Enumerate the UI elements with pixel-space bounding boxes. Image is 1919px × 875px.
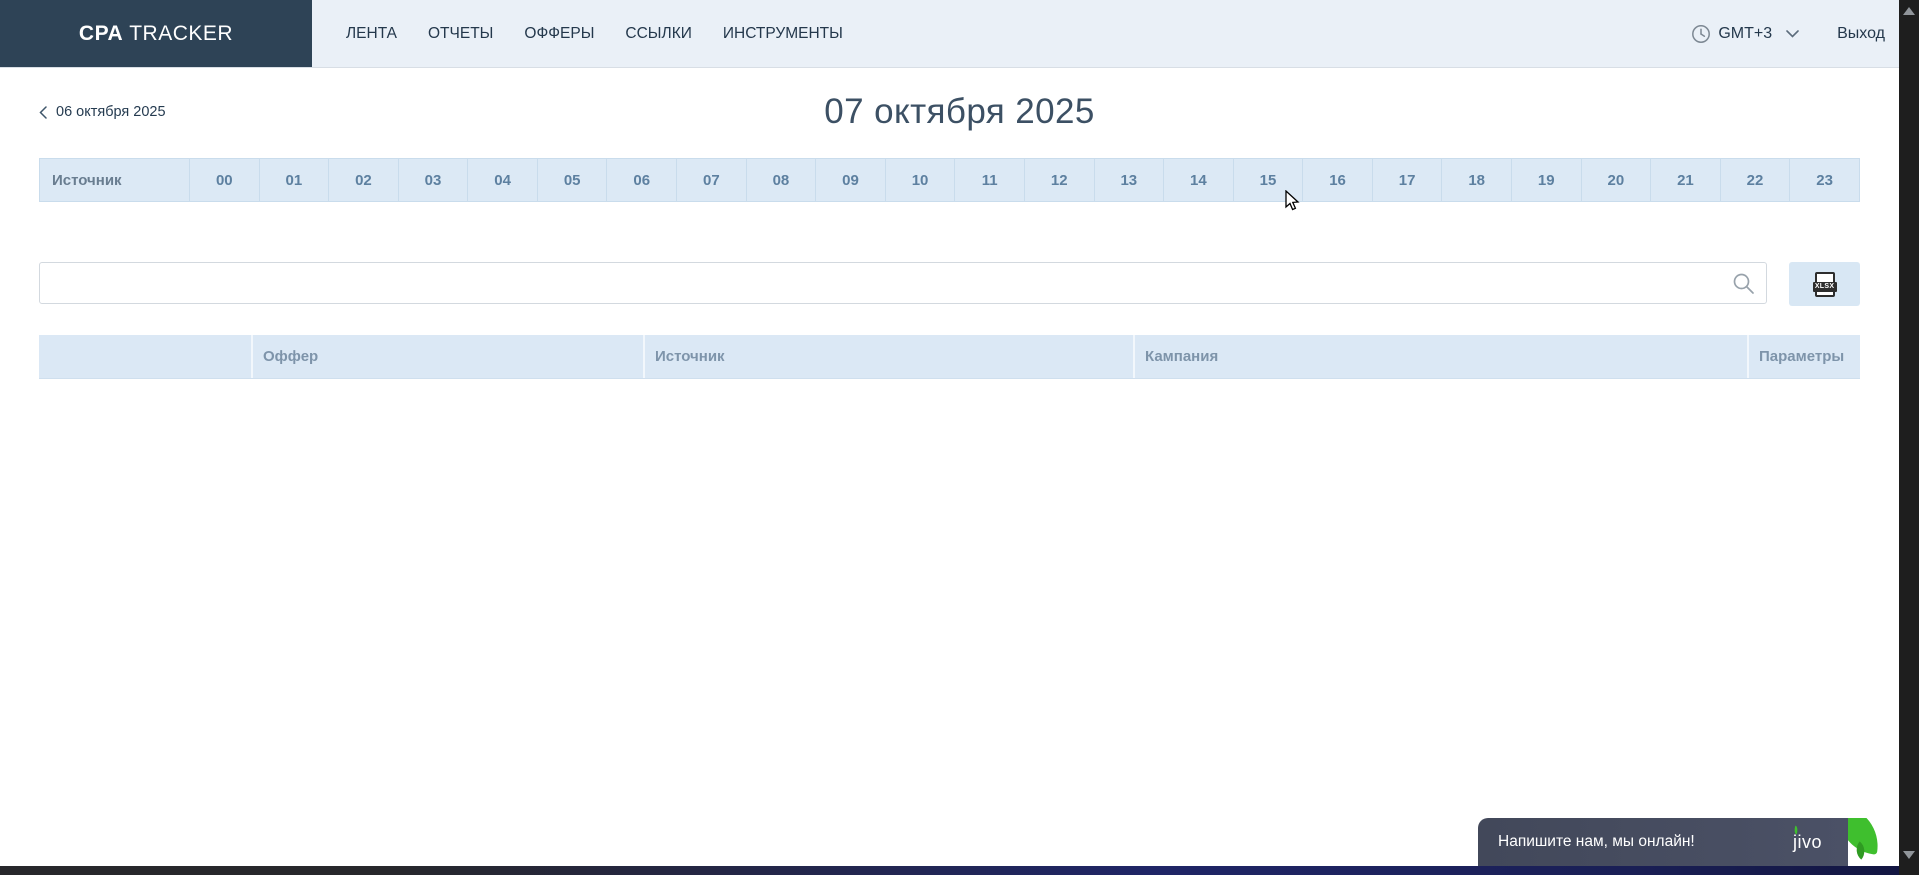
app-logo[interactable]: CPA TRACKER (0, 0, 312, 67)
column-header-params: Параметры (1747, 335, 1860, 378)
chat-widget[interactable]: Напишите нам, мы онлайн! jivo (1478, 818, 1898, 866)
chat-button[interactable] (1848, 818, 1898, 866)
hour-cell[interactable]: 10 (886, 159, 956, 201)
clock-icon (1691, 24, 1711, 44)
date-header: 06 октября 2025 07 октября 2025 (0, 68, 1919, 158)
hour-cell[interactable]: 22 (1721, 159, 1791, 201)
prev-day-link[interactable]: 06 октября 2025 (39, 104, 166, 120)
hour-cell[interactable]: 08 (747, 159, 817, 201)
top-bar: CPA TRACKER ЛЕНТА ОТЧЕТЫ ОФФЕРЫ ССЫЛКИ ИНСТР… (0, 0, 1919, 68)
source-column-header: Источник (40, 159, 190, 201)
vertical-scrollbar[interactable] (1899, 0, 1919, 875)
hour-cell[interactable]: 18 (1442, 159, 1512, 201)
timezone-selector[interactable]: GMT+3 (1691, 24, 1799, 44)
hour-cell[interactable]: 06 (607, 159, 677, 201)
hour-cell[interactable]: 21 (1651, 159, 1721, 201)
hour-cell[interactable]: 03 (399, 159, 469, 201)
nav-item[interactable]: ЛЕНТА (346, 25, 397, 43)
hours-header-row: Источник 0001020304050607080910111213141… (39, 158, 1860, 202)
export-xlsx-button[interactable]: XLSX (1789, 262, 1860, 306)
nav-item[interactable]: ОТЧЕТЫ (428, 25, 493, 43)
search-icon[interactable] (1732, 272, 1755, 295)
scroll-up-arrow-icon[interactable] (1903, 7, 1915, 15)
top-right-cluster: GMT+3 Выход (1691, 0, 1919, 67)
logout-button[interactable]: Выход (1837, 25, 1885, 43)
column-header-empty (39, 335, 251, 378)
prev-day-label: 06 октября 2025 (56, 104, 166, 120)
bottom-window-edge (0, 866, 1919, 875)
hour-cell[interactable]: 16 (1303, 159, 1373, 201)
hour-cell[interactable]: 05 (538, 159, 608, 201)
search-input[interactable] (39, 262, 1767, 304)
hour-cell[interactable]: 23 (1790, 159, 1859, 201)
hour-cell[interactable]: 09 (816, 159, 886, 201)
column-header-source: Источник (643, 335, 1133, 378)
timezone-label: GMT+3 (1718, 25, 1772, 43)
hour-cell[interactable]: 20 (1582, 159, 1652, 201)
page-title: 07 октября 2025 (0, 68, 1919, 132)
search-row: XLSX (39, 262, 1860, 306)
hour-cell[interactable]: 14 (1164, 159, 1234, 201)
hour-cells: 0001020304050607080910111213141516171819… (190, 159, 1859, 201)
hour-cell[interactable]: 17 (1373, 159, 1443, 201)
chevron-down-icon (1786, 30, 1799, 38)
hour-cell[interactable]: 04 (468, 159, 538, 201)
chevron-left-icon (39, 106, 47, 119)
nav-item[interactable]: ИНСТРУМЕНТЫ (723, 25, 843, 43)
hour-cell[interactable]: 01 (260, 159, 330, 201)
results-table-header: Оффер Источник Кампания Параметры (39, 335, 1860, 379)
chat-message: Напишите нам, мы онлайн! (1498, 833, 1695, 851)
scroll-down-arrow-icon[interactable] (1903, 851, 1915, 859)
hour-cell[interactable]: 00 (190, 159, 260, 201)
column-header-offer: Оффер (251, 335, 643, 378)
nav-item[interactable]: ОФФЕРЫ (524, 25, 594, 43)
xlsx-file-label: XLSX (1813, 282, 1837, 292)
main-nav: ЛЕНТА ОТЧЕТЫ ОФФЕРЫ ССЫЛКИ ИНСТРУМЕНТЫ (346, 0, 843, 67)
column-header-campaign: Кампания (1133, 335, 1747, 378)
jivo-leaf-icon (1848, 818, 1883, 855)
hour-cell[interactable]: 11 (955, 159, 1025, 201)
hour-cell[interactable]: 07 (677, 159, 747, 201)
chat-bar[interactable]: Напишите нам, мы онлайн! jivo (1478, 818, 1848, 866)
hour-cell[interactable]: 02 (329, 159, 399, 201)
nav-item[interactable]: ССЫЛКИ (625, 25, 691, 43)
logo-rest-text: TRACKER (129, 22, 233, 46)
hour-cell[interactable]: 15 (1234, 159, 1304, 201)
hour-cell[interactable]: 12 (1025, 159, 1095, 201)
jivo-leaf-accent-icon (1793, 825, 1799, 834)
hour-cell[interactable]: 13 (1095, 159, 1165, 201)
logo-bold-text: CPA (79, 22, 123, 46)
search-box (39, 262, 1767, 304)
xlsx-file-icon: XLSX (1815, 272, 1835, 297)
hour-cell[interactable]: 19 (1512, 159, 1582, 201)
jivo-logo: jivo (1793, 832, 1822, 853)
